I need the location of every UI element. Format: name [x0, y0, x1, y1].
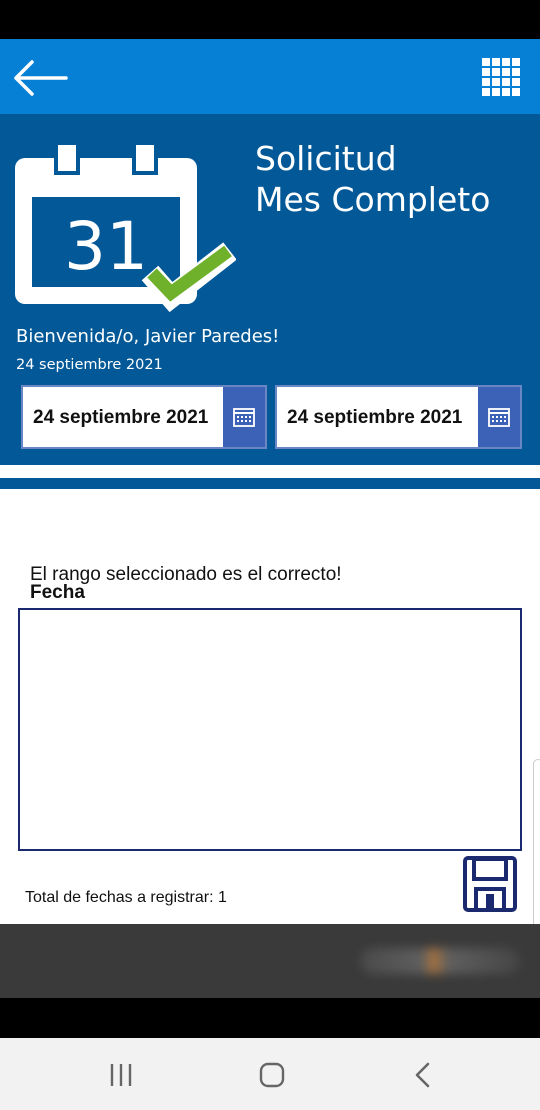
screen-gap	[0, 998, 540, 1038]
divider	[0, 465, 540, 478]
welcome-text: Bienvenida/o, Javier Paredes!	[16, 326, 280, 347]
back-button[interactable]	[10, 58, 70, 98]
blurred-logo	[360, 948, 520, 974]
end-date-value: 24 septiembre 2021	[287, 407, 463, 428]
floppy-disk-icon	[463, 856, 517, 912]
recent-apps-icon	[110, 1064, 132, 1086]
fecha-label: Fecha	[30, 582, 85, 603]
start-date-picker[interactable]: 24 septiembre 2021	[21, 385, 267, 449]
end-date-calendar-button[interactable]	[478, 387, 520, 447]
home-icon	[259, 1062, 285, 1088]
page-title: Solicitud Mes Completo	[255, 138, 490, 220]
grid-menu-icon	[482, 58, 520, 96]
calendar-check-icon: 31	[15, 141, 236, 313]
end-date-picker[interactable]: 24 septiembre 2021	[275, 385, 522, 449]
title-line-2: Mes Completo	[255, 180, 491, 219]
main-content: El rango seleccionado es el correcto! Fe…	[0, 489, 540, 964]
status-bar	[0, 0, 540, 39]
calendar-icon	[233, 408, 255, 427]
title-line-1: Solicitud	[255, 139, 397, 178]
calendar-day-number: 31	[64, 208, 148, 285]
total-dates-label: Total de fechas a registrar: 1	[25, 889, 227, 906]
calendar-icon	[488, 408, 510, 427]
fecha-list[interactable]	[18, 608, 522, 851]
back-chevron-icon	[415, 1062, 430, 1088]
home-button[interactable]	[257, 1060, 287, 1090]
app-header	[0, 39, 540, 114]
footer-banner	[0, 924, 540, 998]
start-date-calendar-button[interactable]	[223, 387, 265, 447]
start-date-value: 24 septiembre 2021	[33, 407, 209, 428]
app-menu-button[interactable]	[480, 57, 522, 99]
system-back-button[interactable]	[408, 1060, 438, 1090]
hero-banner: 31 Solicitud Mes Completo Bienvenida/o, …	[0, 114, 540, 465]
arrow-left-icon	[14, 60, 68, 96]
system-nav-bar	[0, 1038, 540, 1110]
recent-apps-button[interactable]	[106, 1060, 136, 1090]
save-button[interactable]	[462, 856, 518, 912]
divider-stripe	[0, 478, 540, 489]
today-date: 24 septiembre 2021	[16, 357, 163, 373]
